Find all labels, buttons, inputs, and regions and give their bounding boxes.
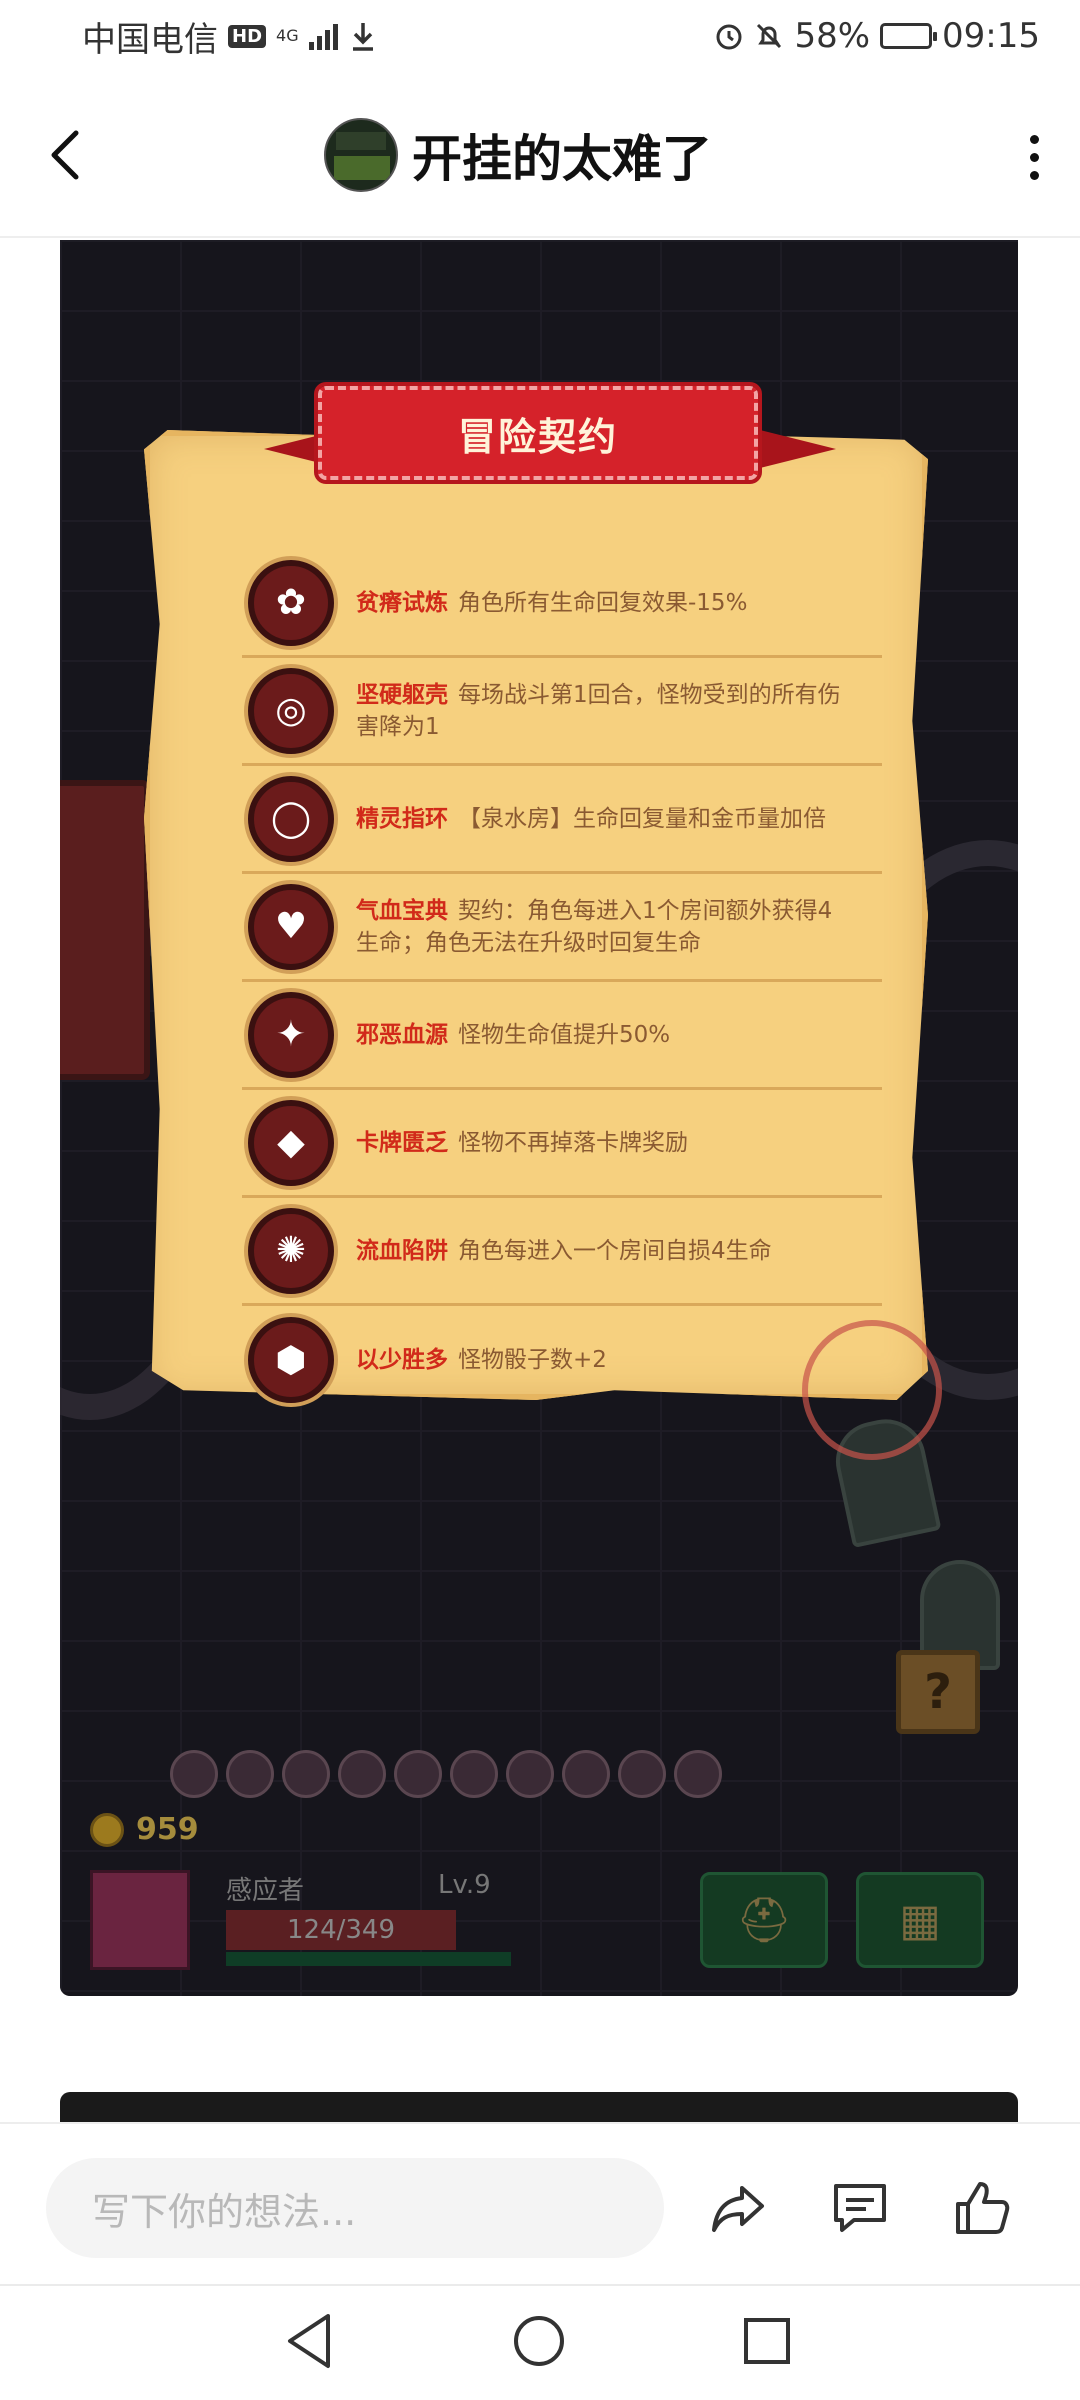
download-icon — [352, 23, 373, 51]
contract-text: 卡牌匮乏 怪物不再掉落卡牌奖励 — [356, 1127, 846, 1159]
relic-icon — [338, 1750, 386, 1798]
hp-bar: 124/349 — [226, 1910, 456, 1950]
battery-icon — [880, 23, 938, 49]
relic-icon — [506, 1750, 554, 1798]
comment-icon[interactable] — [828, 2176, 892, 2240]
shell-icon: ◎ — [248, 667, 334, 754]
red-book-decoration — [60, 780, 150, 1080]
contract-item: ✺ 流血陷阱 角色每进入一个房间自损4生命 — [242, 1198, 882, 1306]
relic-icon — [282, 1750, 330, 1798]
contract-item: ✦ 邪恶血源 怪物生命值提升50% — [242, 982, 882, 1090]
thumbs-up-icon[interactable] — [950, 2176, 1014, 2240]
clock: 09:15 — [942, 16, 1040, 56]
player-name: 感应者 — [226, 1876, 305, 1906]
contract-item: ✿ 贫瘠试炼 角色所有生命回复效果-15% — [242, 550, 882, 658]
scroll-banner: 冒险契约 — [314, 382, 762, 484]
ring-icon: ◯ — [248, 775, 334, 862]
nav-home-icon[interactable] — [504, 2306, 574, 2376]
contract-name: 坚硬躯壳 — [356, 681, 448, 708]
contract-text: 精灵指环 【泉水房】生命回复量和金币量加倍 — [356, 803, 846, 835]
xp-bar — [226, 1952, 511, 1966]
comment-input[interactable]: 写下你的想法... — [46, 2158, 664, 2258]
dot-icon — [1029, 152, 1039, 162]
contract-name: 邪恶血源 — [356, 1021, 448, 1048]
dot-icon — [1029, 134, 1039, 144]
contract-name: 以少胜多 — [356, 1347, 448, 1373]
contract-description: 角色每进入一个房间自损4生命 — [458, 1237, 772, 1264]
post-image[interactable]: ? 冒险契约 ✿ 贫瘠试炼 角色所有生命回复效果-15% ◎ 坚硬躯壳 每场战斗第1回合，… — [60, 240, 1018, 1996]
comment-bar: 写下你的想法... — [0, 2122, 1080, 2282]
card-icon: ◆ — [248, 1099, 334, 1186]
network-label: 4G — [276, 26, 299, 45]
player-level: Lv.9 — [438, 1870, 491, 1900]
nav-recent-apps-icon[interactable] — [732, 2306, 802, 2376]
cards-button: ▦ — [856, 1872, 984, 1968]
contract-name: 贫瘠试炼 — [356, 589, 448, 616]
contract-text: 贫瘠试炼 角色所有生命回复效果-15% — [356, 587, 846, 619]
mushroom-icon: ✿ — [248, 559, 334, 646]
contract-item: ◯ 精灵指环 【泉水房】生命回复量和金币量加倍 — [242, 766, 882, 874]
coin-icon — [90, 1812, 124, 1847]
player-panel: 感应者 Lv.9 124/349 — [90, 1870, 511, 1970]
contract-name: 流血陷阱 — [356, 1237, 448, 1264]
contract-description: 【泉水房】生命回复量和金币量加倍 — [458, 805, 826, 832]
signal-icon — [308, 22, 338, 50]
battery-percent: 58% — [794, 16, 871, 56]
relic-icon — [450, 1750, 498, 1798]
status-left: 中国电信 HD 4G — [82, 12, 378, 61]
group-avatar[interactable] — [324, 118, 398, 192]
relic-icon — [394, 1750, 442, 1798]
contract-text: 以少胜多 怪物骰子数+2 — [356, 1344, 846, 1376]
player-portrait — [90, 1870, 190, 1970]
coin-count: 959 — [136, 1812, 199, 1847]
dice-icon: ⬢ — [248, 1317, 334, 1403]
contract-text: 流血陷阱 角色每进入一个房间自损4生命 — [356, 1235, 846, 1267]
helmet-button: ⛑ — [700, 1872, 828, 1968]
relic-icon — [618, 1750, 666, 1798]
contract-description: 怪物骰子数+2 — [458, 1347, 607, 1373]
chevron-left-icon — [51, 130, 79, 180]
dot-icon — [1029, 170, 1039, 180]
carrier-label: 中国电信 — [82, 19, 218, 60]
contract-item: ⬢ 以少胜多 怪物骰子数+2 — [242, 1306, 882, 1414]
mystery-box-icon: ? — [896, 1650, 980, 1734]
header: 开挂的太难了 — [0, 72, 1080, 238]
back-button[interactable] — [36, 120, 96, 190]
contract-description: 怪物不再掉落卡牌奖励 — [458, 1129, 688, 1156]
contract-text: 坚硬躯壳 每场战斗第1回合，怪物受到的所有伤害降为1 — [356, 679, 846, 743]
contract-text: 邪恶血源 怪物生命值提升50% — [356, 1019, 846, 1051]
contract-item: ◆ 卡牌匮乏 怪物不再掉落卡牌奖励 — [242, 1090, 882, 1198]
status-right: 58% 09:15 — [714, 16, 1040, 56]
alarm-icon — [716, 24, 742, 50]
page-title: 开挂的太难了 — [412, 130, 712, 188]
relic-icon — [562, 1750, 610, 1798]
nav-back-icon[interactable] — [276, 2306, 346, 2376]
system-nav-bar — [0, 2284, 1080, 2400]
title-group[interactable]: 开挂的太难了 — [324, 118, 712, 192]
heart-book-icon: ♥ — [248, 883, 334, 970]
coin-counter: 959 — [90, 1812, 199, 1847]
contract-item: ◎ 坚硬躯壳 每场战斗第1回合，怪物受到的所有伤害降为1 — [242, 658, 882, 766]
contract-name: 精灵指环 — [356, 805, 448, 832]
hd-icon: HD — [228, 24, 267, 48]
trap-icon: ✺ — [248, 1207, 334, 1294]
relic-icon — [170, 1750, 218, 1798]
mute-bell-icon — [757, 23, 782, 49]
relic-icon — [226, 1750, 274, 1798]
contract-text: 气血宝典 契约：角色每进入1个房间额外获得4生命；角色无法在升级时回复生命 — [356, 895, 846, 959]
contract-description: 怪物生命值提升50% — [458, 1021, 671, 1048]
more-options-button[interactable] — [1014, 132, 1054, 182]
relic-icon — [674, 1750, 722, 1798]
contract-item: ♥ 气血宝典 契约：角色每进入1个房间额外获得4生命；角色无法在升级时回复生命 — [242, 874, 882, 982]
contract-description: 角色所有生命回复效果-15% — [458, 589, 748, 616]
status-bar: 中国电信 HD 4G 58% 09:15 — [0, 0, 1080, 72]
relic-icons — [170, 1750, 722, 1798]
share-icon[interactable] — [706, 2176, 770, 2240]
contract-list: ✿ 贫瘠试炼 角色所有生命回复效果-15% ◎ 坚硬躯壳 每场战斗第1回合，怪物受到的所有… — [242, 550, 882, 1414]
contract-name: 气血宝典 — [356, 897, 448, 924]
next-post-image[interactable] — [60, 2092, 1018, 2122]
blood-source-icon: ✦ — [248, 991, 334, 1078]
banner-title: 冒险契约 — [457, 414, 618, 459]
contract-name: 卡牌匮乏 — [356, 1129, 448, 1156]
